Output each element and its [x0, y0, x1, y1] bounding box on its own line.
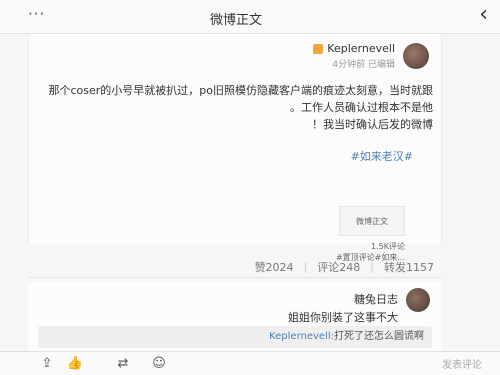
post-card: Keplernevell 4分钟前 已编辑 那个coser的小号早就被扒过，po… [28, 34, 442, 262]
post-line: 我当时确认后发的微博！ [312, 118, 433, 131]
post-stats-tabs: 转发1157 | 评论248 | 赞2024 [28, 256, 442, 278]
like-icon[interactable]: 👍 [66, 355, 84, 373]
tab-comments[interactable]: 评论248 [317, 259, 360, 275]
comment-reply-quote[interactable]: Keplernevell:打死了还怎么圆谎啊 [38, 326, 432, 348]
commenter-name[interactable]: 糖兔日志 [354, 291, 398, 307]
post-time: 4分钟前 已编辑 [332, 60, 395, 70]
hashtag-link[interactable]: #如来老汉# [351, 148, 413, 164]
post-line: 工作人员确认过根本不是他。 [290, 101, 433, 114]
tab-likes[interactable]: 赞2024 [255, 259, 294, 275]
bottom-action-bar: ⇪ 👍 ⇄ ☺ 发表评论 [0, 351, 500, 375]
comment-item: 糖兔日志 姐姐你别装了这事不大 Keplernevell:打死了还怎么圆谎啊 [28, 282, 442, 352]
emoji-icon[interactable]: ☺ [150, 355, 168, 373]
vip-badge-icon [313, 43, 324, 54]
quoted-post-thumbnail[interactable]: 微博正文 [339, 206, 405, 236]
author-name[interactable]: Keplernevell [327, 42, 395, 55]
repost-icon[interactable]: ⇄ [114, 355, 132, 373]
commenter-avatar[interactable] [406, 288, 430, 312]
more-menu-button[interactable]: ··· [28, 5, 45, 23]
tab-reposts[interactable]: 转发1157 [384, 259, 434, 275]
reply-text: 打死了还怎么圆谎啊 [334, 331, 424, 342]
post-line: 那个coser的小号早就被扒过，po旧照模仿隐藏客户端的痕迹太刻意，当时就跟 [48, 84, 433, 97]
author-name-row: Keplernevell [309, 42, 395, 55]
back-chevron-icon[interactable] [479, 6, 488, 26]
share-icon[interactable]: ⇪ [38, 355, 56, 373]
reply-mention[interactable]: Keplernevell: [269, 331, 334, 342]
comment-text: 姐姐你别装了这事不大 [288, 311, 398, 324]
author-meta: Keplernevell 4分钟前 已编辑 [309, 42, 395, 70]
author-avatar[interactable] [403, 43, 429, 69]
page-title: 微博正文 [210, 13, 263, 28]
post-body: 那个coser的小号早就被扒过，po旧照模仿隐藏客户端的痕迹太刻意，当时就跟 工… [43, 82, 433, 133]
tab-separator: | [370, 260, 374, 273]
top-nav-bar: ··· 微博正文 [0, 0, 500, 34]
weibo-post-detail-screen: ··· 微博正文 Keplernevell 4分钟前 已编辑 那个coser的小… [0, 0, 500, 375]
comment-input[interactable]: 发表评论 [380, 356, 490, 372]
post-author-block[interactable]: Keplernevell 4分钟前 已编辑 [309, 42, 429, 70]
tab-separator: | [303, 260, 308, 273]
